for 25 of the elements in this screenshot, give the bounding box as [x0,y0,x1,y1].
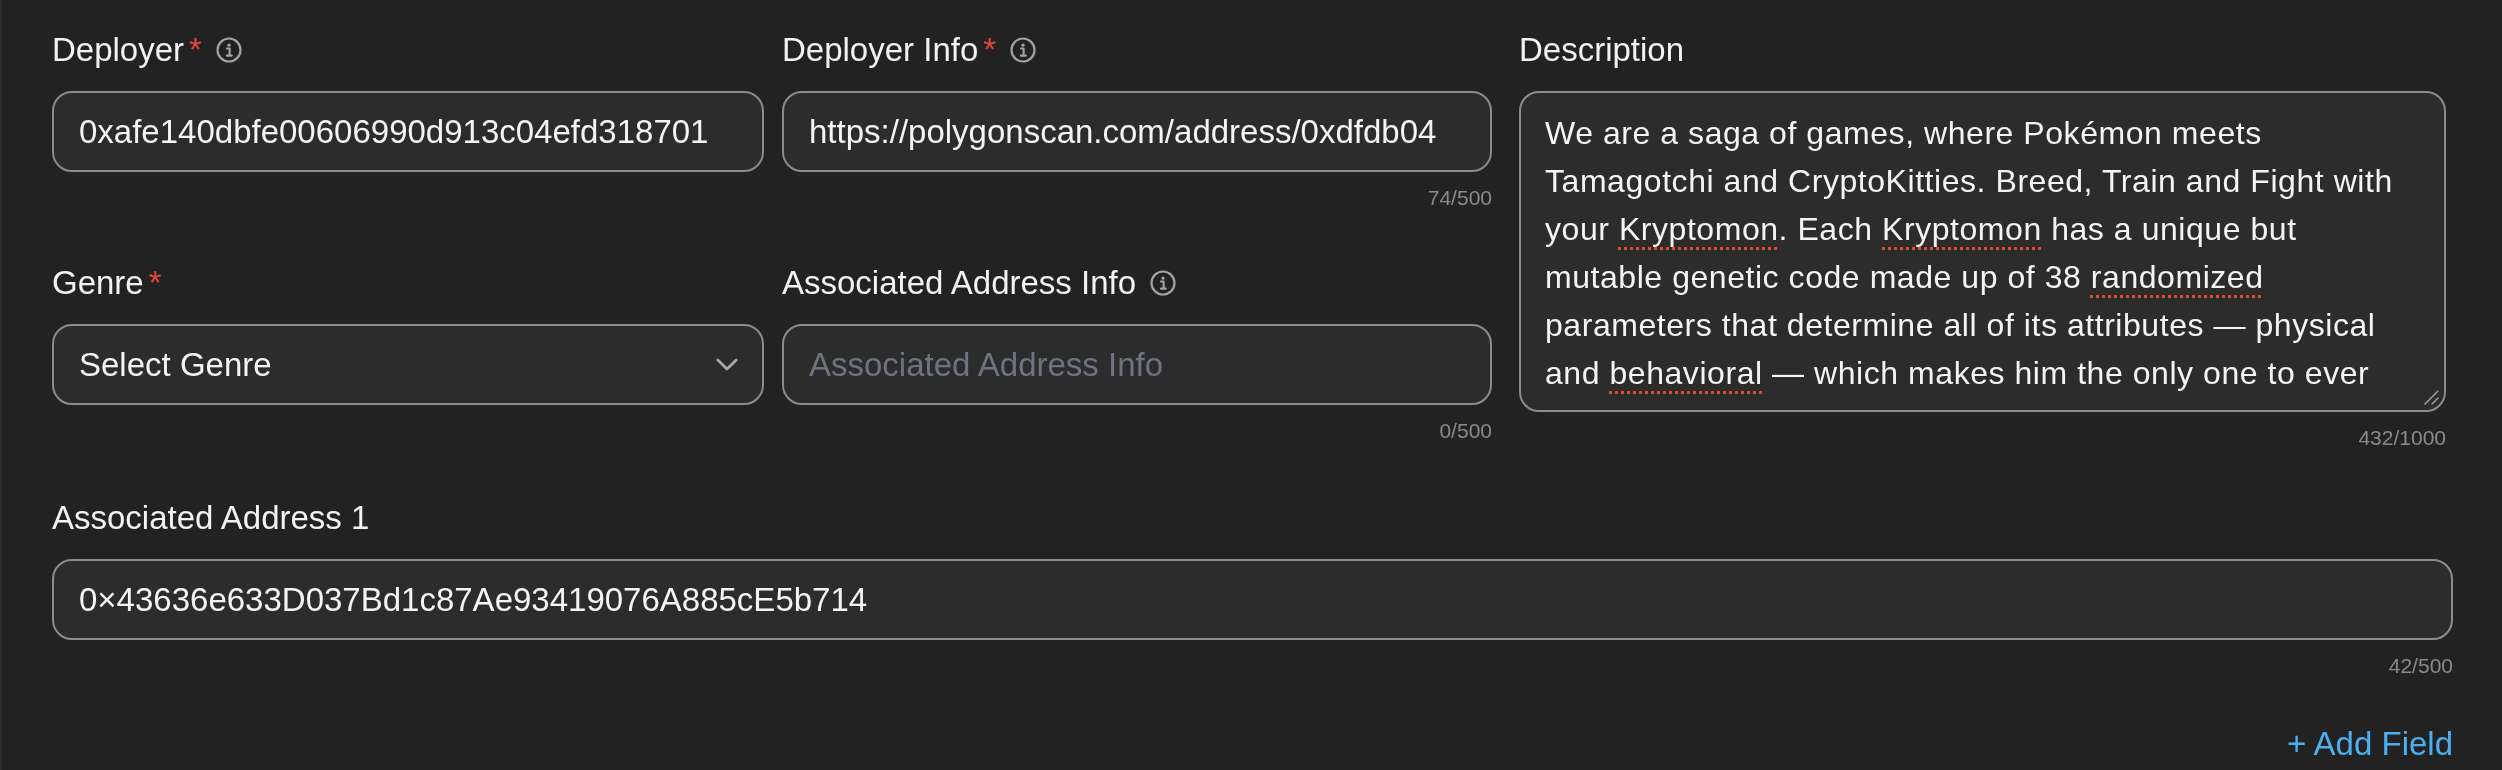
input-field[interactable]: 0×43636e633D037Bd1c87Ae93419076A885cE5b714 [52,559,2453,640]
field-label: Associated Address 1 [52,498,370,538]
chevron-down-icon [716,358,738,371]
character-count: 42/500 [2388,653,2453,679]
resize-grip-icon[interactable] [2423,389,2439,405]
dropdown-field[interactable]: Select Genre [52,324,764,405]
character-count: 0/500 [1439,418,1492,444]
add-field-button[interactable]: + Add Field [2286,722,2453,766]
field-label: Description [1519,30,1685,70]
required-asterisk: * [189,30,202,70]
required-asterisk: * [148,263,162,303]
textarea-field[interactable]: We are a saga of games, where Pokémon meets Tamagotchi and CryptoKitties. Breed, Train and Fight with your Kryptomon. Each Kryptomon has a unique but mutable genetic code made up of 38 randomized parameters that determine all of its attributes — physical and behavioral — which makes him the only one to ever [1519,91,2446,412]
field-label: Deployer Info [782,30,979,70]
input-field[interactable]: Associated Address Info [782,324,1492,405]
input-field[interactable]: 0xafe140dbfe00606990d913c04efd318701 [52,91,764,172]
character-count: 432/1000 [2358,425,2446,451]
info-icon[interactable] [1010,37,1037,63]
field-label: Genre [52,263,144,303]
field-label: Deployer [52,30,185,70]
character-count: 74/500 [1427,185,1492,211]
input-field[interactable]: https://polygonscan.com/address/0xdfdb04 [782,91,1492,172]
required-asterisk: * [983,30,997,70]
info-icon[interactable] [1150,270,1177,296]
field-label: Associated Address Info [782,263,1137,303]
info-icon[interactable] [215,37,242,63]
